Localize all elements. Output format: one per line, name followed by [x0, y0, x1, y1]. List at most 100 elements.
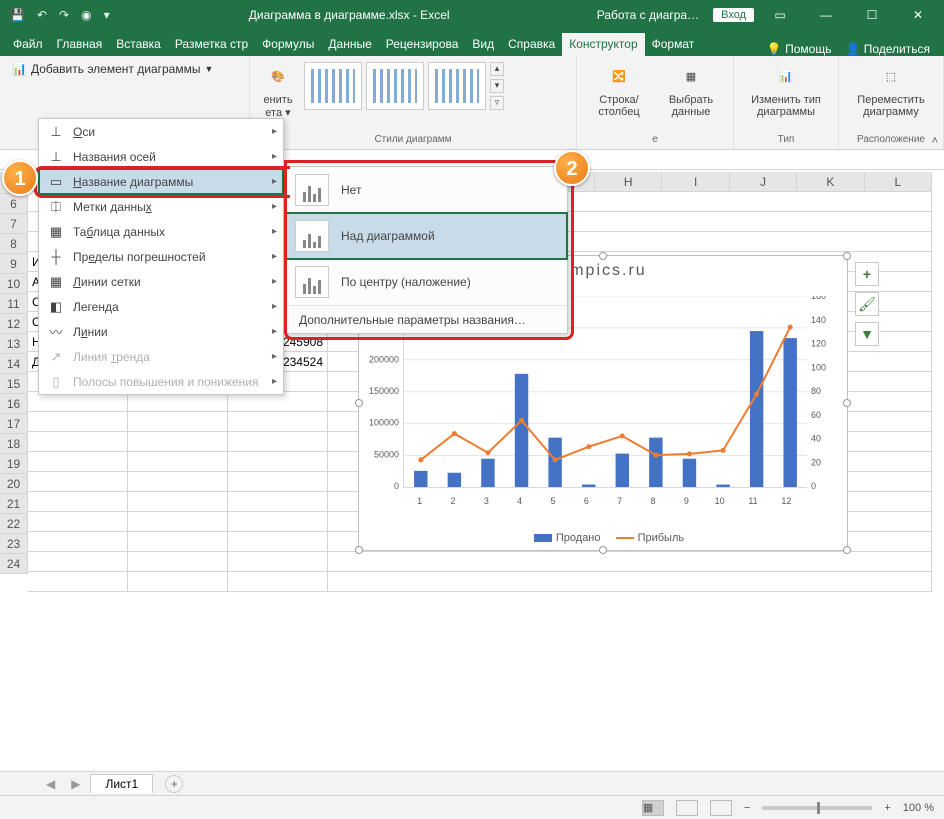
chart-elements-button[interactable]: + [855, 262, 879, 286]
row-header[interactable]: 9 [0, 254, 28, 274]
share-button[interactable]: 👤 Поделиться [845, 42, 930, 56]
col-header[interactable]: H [595, 172, 662, 192]
cell[interactable] [28, 452, 128, 472]
tab-layout[interactable]: Разметка стр [168, 33, 255, 56]
tab-home[interactable]: Главная [50, 33, 110, 56]
row-header[interactable]: 6 [0, 194, 28, 214]
cell[interactable] [28, 512, 128, 532]
cell[interactable] [28, 492, 128, 512]
gallery-down-icon[interactable]: ▾ [490, 79, 504, 93]
row-header[interactable]: 7 [0, 214, 28, 234]
cell[interactable] [128, 432, 228, 452]
cell[interactable] [328, 572, 932, 592]
col-header[interactable]: L [865, 172, 932, 192]
add-chart-element-button[interactable]: 📊 Добавить элемент диаграммы ▼ [6, 58, 243, 80]
row-header[interactable]: 23 [0, 534, 28, 554]
menu-axis-titles[interactable]: ⊥Названия осей▸ [39, 144, 283, 169]
cell[interactable] [228, 452, 328, 472]
cell[interactable] [128, 392, 228, 412]
view-layout-icon[interactable] [676, 800, 698, 816]
menu-error-bars[interactable]: ┼Пределы погрешностей▸ [39, 244, 283, 269]
tab-data[interactable]: Данные [321, 33, 378, 56]
tell-me[interactable]: 💡 Помощь [767, 42, 832, 56]
submenu-more-options[interactable]: Дополнительные параметры названия… [285, 305, 567, 333]
submenu-none[interactable]: Нет [285, 167, 567, 213]
cell[interactable] [228, 412, 328, 432]
chart-style-2[interactable] [366, 62, 424, 110]
gallery-more-icon[interactable]: ▿ [490, 96, 504, 110]
cell[interactable] [128, 412, 228, 432]
cell[interactable] [28, 532, 128, 552]
row-header[interactable]: 13 [0, 334, 28, 354]
row-header[interactable]: 15 [0, 374, 28, 394]
tab-format[interactable]: Формат [645, 33, 702, 56]
tab-review[interactable]: Рецензирова [379, 33, 466, 56]
ribbon-options-icon[interactable]: ▭ [760, 8, 800, 22]
cell[interactable] [128, 472, 228, 492]
close-icon[interactable]: ✕ [898, 8, 938, 22]
col-header[interactable]: I [662, 172, 729, 192]
chart-legend[interactable]: Продано Прибыль [359, 532, 847, 544]
row-header[interactable]: 19 [0, 454, 28, 474]
cell[interactable] [28, 392, 128, 412]
row-header[interactable]: 22 [0, 514, 28, 534]
col-header[interactable]: J [730, 172, 797, 192]
zoom-slider[interactable] [762, 806, 872, 810]
view-normal-icon[interactable]: ▦ [642, 800, 664, 816]
row-header[interactable]: 20 [0, 474, 28, 494]
zoom-level[interactable]: 100 % [903, 802, 934, 814]
cell[interactable] [28, 552, 128, 572]
change-colors-button[interactable]: 🎨 енитьета ▾ [256, 58, 300, 121]
cell[interactable] [28, 472, 128, 492]
cell[interactable] [228, 472, 328, 492]
chart-styles-button[interactable]: 🖌 [855, 292, 879, 316]
menu-axes[interactable]: ⊥Оси▸ [39, 119, 283, 144]
redo-icon[interactable]: ↷ [59, 8, 69, 22]
menu-legend[interactable]: ◧Легенда▸ [39, 294, 283, 319]
cell[interactable] [128, 452, 228, 472]
row-header[interactable]: 14 [0, 354, 28, 374]
cell[interactable] [228, 572, 328, 592]
change-chart-type-button[interactable]: 📊 Изменить тип диаграммы [740, 58, 832, 120]
cell[interactable] [128, 532, 228, 552]
sheet-nav-prev[interactable]: ◀ [40, 777, 61, 791]
login-button[interactable]: Вход [713, 8, 754, 22]
tab-help[interactable]: Справка [501, 33, 562, 56]
zoom-in-icon[interactable]: + [884, 802, 890, 814]
undo-icon[interactable]: ↶ [37, 8, 47, 22]
chart-styles-gallery[interactable]: ▴ ▾ ▿ [300, 58, 508, 114]
tab-insert[interactable]: Вставка [109, 33, 168, 56]
row-header[interactable]: 24 [0, 554, 28, 574]
row-header[interactable]: 16 [0, 394, 28, 414]
row-header[interactable]: 11 [0, 294, 28, 314]
move-chart-button[interactable]: ⬚ Переместить диаграмму [845, 58, 937, 120]
collapse-ribbon-icon[interactable]: ˄ [932, 135, 938, 147]
tab-formulas[interactable]: Формулы [255, 33, 321, 56]
qat-more-icon[interactable]: ▾ [104, 8, 110, 22]
cell[interactable] [128, 572, 228, 592]
gallery-up-icon[interactable]: ▴ [490, 62, 504, 76]
menu-gridlines[interactable]: ▦Линии сетки▸ [39, 269, 283, 294]
chart-style-3[interactable] [428, 62, 486, 110]
new-sheet-button[interactable]: + [165, 775, 183, 793]
chart-style-1[interactable] [304, 62, 362, 110]
cell[interactable] [28, 412, 128, 432]
cell[interactable] [228, 492, 328, 512]
sheet-nav-next[interactable]: ▶ [65, 777, 86, 791]
cell[interactable] [28, 432, 128, 452]
cell[interactable] [228, 532, 328, 552]
row-header[interactable]: 12 [0, 314, 28, 334]
menu-lines[interactable]: 〰Линии▸ [39, 319, 283, 344]
row-header[interactable]: 17 [0, 414, 28, 434]
cell[interactable] [228, 512, 328, 532]
cell[interactable] [328, 552, 932, 572]
tab-design[interactable]: Конструктор [562, 33, 644, 56]
menu-chart-title[interactable]: ▭Название диаграммы▸ [39, 169, 283, 194]
tab-view[interactable]: Вид [465, 33, 501, 56]
cell[interactable] [128, 552, 228, 572]
row-header[interactable]: 18 [0, 434, 28, 454]
switch-row-col-button[interactable]: 🔀 Строка/столбец [583, 58, 655, 120]
row-header[interactable]: 21 [0, 494, 28, 514]
cell[interactable] [228, 432, 328, 452]
tab-file[interactable]: Файл [6, 33, 50, 56]
